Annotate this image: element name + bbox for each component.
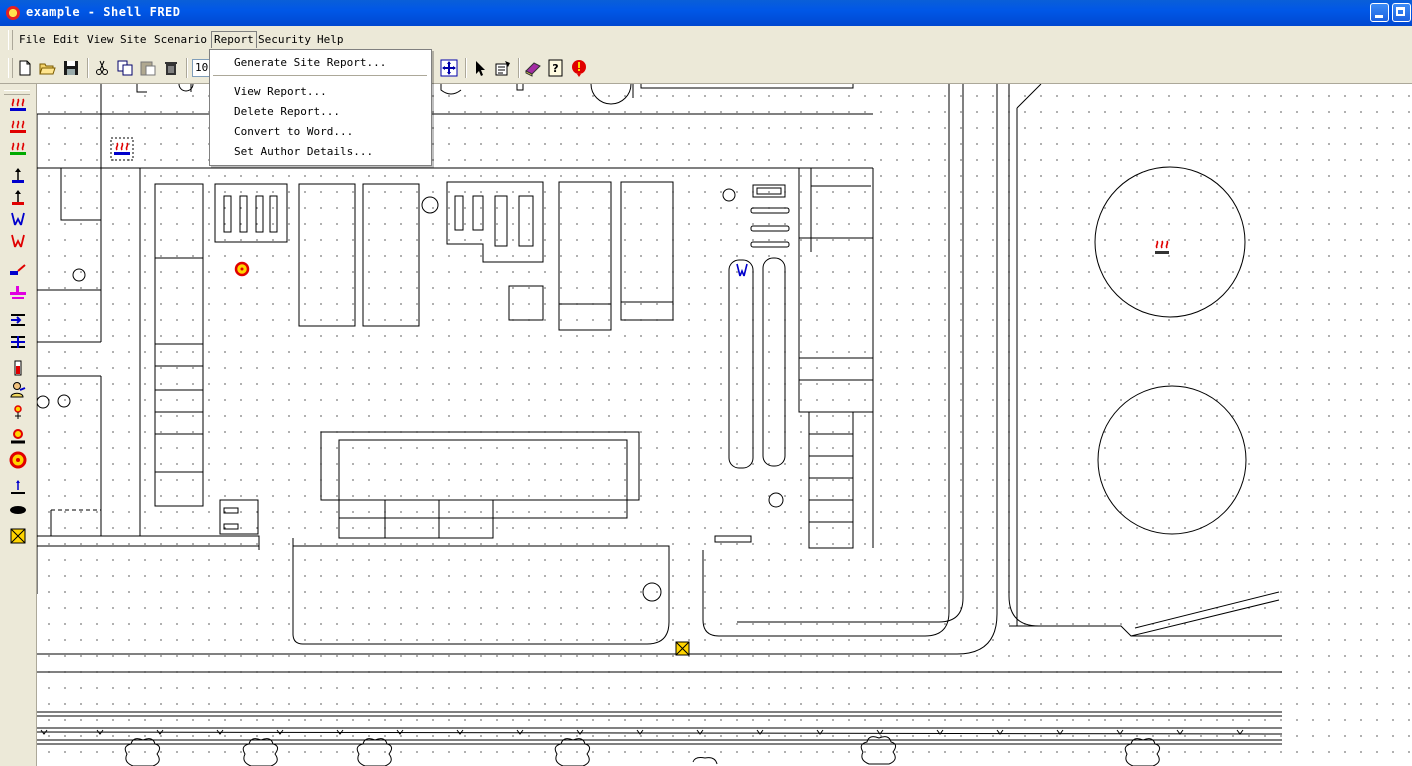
toolbar-separator	[465, 58, 467, 78]
menu-edit[interactable]: Edit	[51, 32, 82, 48]
jet-up-red-icon[interactable]	[8, 188, 28, 208]
toolbar-separator	[186, 58, 188, 78]
toolbar-separator	[87, 58, 89, 78]
site-canvas[interactable]	[37, 84, 1412, 766]
menu-file[interactable]: File	[17, 32, 48, 48]
box-cross-icon[interactable]	[8, 526, 28, 546]
vent-red-icon[interactable]	[8, 232, 28, 252]
new-file-icon[interactable]	[16, 59, 34, 77]
properties-icon[interactable]	[494, 59, 512, 77]
vent-blue-icon[interactable]	[736, 263, 748, 277]
target-ring-icon[interactable]	[8, 450, 28, 470]
palette-grip[interactable]	[4, 90, 30, 95]
delete-icon[interactable]	[162, 59, 180, 77]
select-pointer-icon[interactable]	[471, 59, 489, 77]
release-horizontal-icon[interactable]	[8, 260, 28, 280]
menu-site[interactable]: Site	[118, 32, 149, 48]
menubar-grip[interactable]	[8, 30, 13, 50]
menu-help[interactable]: Help	[315, 32, 346, 48]
menu-view[interactable]: View	[85, 32, 116, 48]
menu-security[interactable]: Security	[256, 32, 313, 48]
help-icon[interactable]: ?	[547, 59, 565, 77]
open-folder-icon[interactable]	[39, 59, 57, 77]
menu-scenario[interactable]: Scenario	[152, 32, 209, 48]
window-title: example - Shell FRED	[26, 5, 181, 19]
convert-to-word-item[interactable]: Convert to Word...	[234, 124, 353, 140]
object-palette	[0, 84, 37, 766]
maximize-button[interactable]	[1392, 3, 1411, 22]
fire-source-red-icon[interactable]	[8, 118, 28, 138]
paste-icon[interactable]	[139, 59, 157, 77]
set-author-details-item[interactable]: Set Author Details...	[234, 144, 373, 160]
pipe-branch-icon[interactable]	[8, 332, 28, 352]
svg-text:?: ?	[552, 62, 558, 75]
fire-source-red-icon[interactable]	[1155, 240, 1169, 254]
save-icon[interactable]	[62, 59, 80, 77]
box-cross-marker-icon[interactable]	[675, 641, 690, 656]
fire-source-icon[interactable]	[110, 137, 134, 161]
ellipse-icon[interactable]	[8, 500, 28, 520]
zoom-fit-icon[interactable]	[440, 59, 458, 77]
person-icon[interactable]	[8, 380, 28, 400]
cut-icon[interactable]	[93, 59, 111, 77]
ignition-point-icon[interactable]	[8, 426, 28, 446]
view-report-item[interactable]: View Report...	[234, 84, 327, 100]
menu-report[interactable]: Report	[211, 31, 257, 48]
site-map-drawing[interactable]	[37, 84, 1412, 766]
book-icon[interactable]	[524, 59, 542, 77]
vent-blue-icon[interactable]	[8, 210, 28, 230]
menu-separator	[213, 75, 427, 77]
alert-icon[interactable]	[570, 59, 588, 77]
report-dropdown-menu: Generate Site Report... View Report... D…	[209, 49, 432, 166]
shell-app-icon	[6, 6, 20, 20]
tank-red-icon[interactable]	[8, 358, 28, 378]
toolbar-separator	[518, 58, 520, 78]
jet-up-blue-icon[interactable]	[8, 166, 28, 186]
generate-site-report-item[interactable]: Generate Site Report...	[234, 55, 386, 71]
marker-blue-icon[interactable]	[8, 478, 28, 498]
fire-source-blue-icon[interactable]	[8, 96, 28, 116]
fire-source-green-icon[interactable]	[8, 140, 28, 160]
toolbar-grip[interactable]	[8, 58, 13, 78]
pipe-left-icon[interactable]	[8, 310, 28, 330]
minimize-button[interactable]	[1370, 3, 1389, 22]
pool-magenta-icon[interactable]	[8, 282, 28, 302]
title-bar: example - Shell FRED	[0, 0, 1412, 26]
receptor-icon[interactable]	[8, 402, 28, 422]
delete-report-item[interactable]: Delete Report...	[234, 104, 340, 120]
ignition-ring-icon[interactable]	[234, 261, 250, 277]
copy-icon[interactable]	[116, 59, 134, 77]
